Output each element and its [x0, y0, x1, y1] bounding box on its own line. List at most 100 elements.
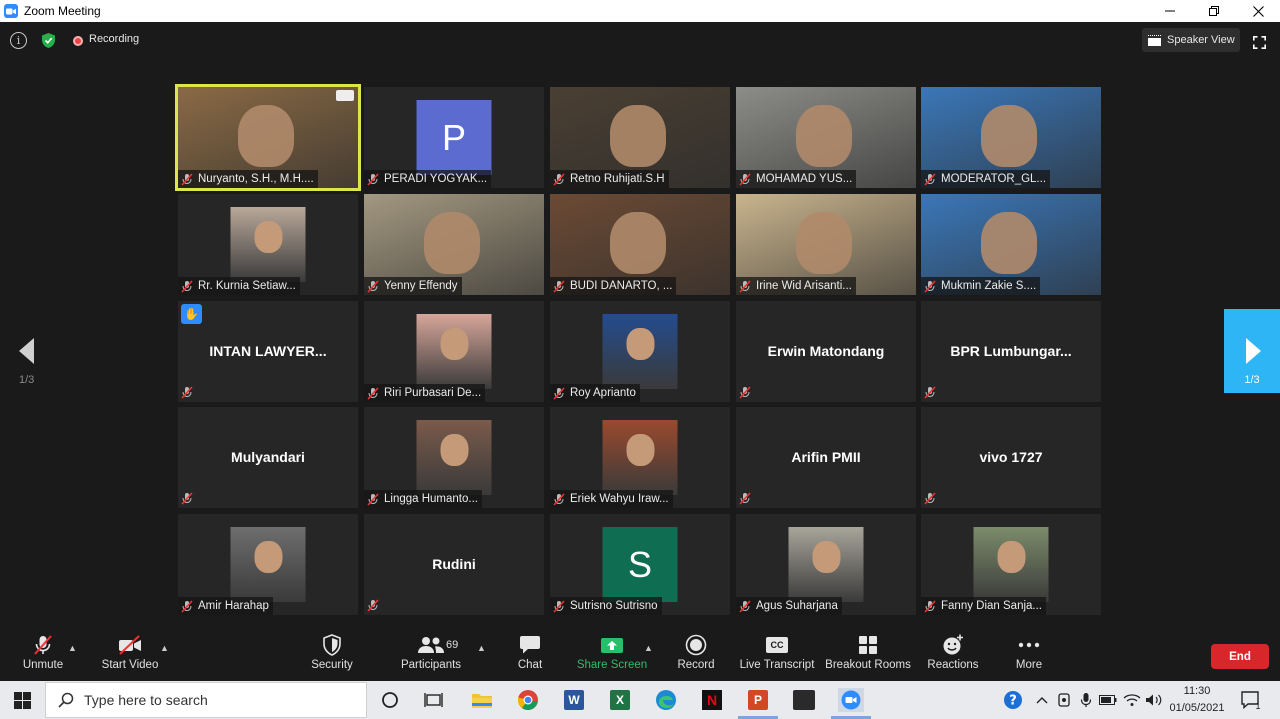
maximize-button[interactable] [1192, 0, 1236, 22]
record-button[interactable]: Record [674, 631, 718, 681]
media-app-icon[interactable] [792, 688, 816, 712]
live-transcript-label: Live Transcript [739, 659, 815, 671]
participants-people-icon [418, 637, 444, 653]
participant-name: BUDI DANARTO, ... [570, 280, 673, 292]
participant-name: Rr. Kurnia Setiaw... [198, 280, 296, 292]
close-button[interactable] [1236, 0, 1280, 22]
muted-microphone-icon [924, 172, 936, 186]
tile-menu-icon[interactable] [336, 90, 354, 101]
participant-tile[interactable]: S Sutrisno Sutrisno [550, 514, 730, 615]
participant-tile[interactable]: Mulyandari [178, 407, 358, 508]
security-label: Security [311, 659, 353, 671]
participant-tile[interactable]: Eriek Wahyu Iraw... [550, 407, 730, 508]
participant-display-name: Rudini [432, 556, 476, 572]
wifi-icon[interactable] [1120, 688, 1144, 712]
participant-tile[interactable]: Riri Purbasari De... [364, 301, 544, 402]
participant-face [254, 541, 283, 573]
participant-avatar [230, 207, 306, 282]
chat-button[interactable]: Chat [510, 631, 550, 681]
participant-tile[interactable]: Rudini [364, 514, 544, 615]
participant-tile[interactable]: INTAN LAWYER... ✋ [178, 301, 358, 402]
participant-tile[interactable]: vivo 1727 [921, 407, 1101, 508]
audio-options-chevron-icon[interactable]: ▲ [68, 643, 77, 653]
participant-tile[interactable]: Lingga Humanto... [364, 407, 544, 508]
participant-face [440, 328, 469, 360]
security-button[interactable]: Security [304, 631, 360, 681]
share-screen-label: Share Screen [576, 659, 648, 671]
video-options-chevron-icon[interactable]: ▲ [160, 643, 169, 653]
meeting-info-icon[interactable]: i [10, 32, 27, 49]
help-tray-icon[interactable]: ? [1001, 688, 1025, 712]
participant-tile[interactable]: Roy Aprianto [550, 301, 730, 402]
participant-tile[interactable]: Irine Wid Arisanti... [736, 194, 916, 295]
reactions-button[interactable]: Reactions [926, 631, 980, 681]
cortana-icon[interactable] [378, 688, 402, 712]
live-transcript-button[interactable]: CC Live Transcript [738, 631, 816, 681]
word-icon[interactable]: W [562, 688, 586, 712]
start-video-button[interactable]: Start Video [98, 631, 162, 681]
powerpoint-letter: P [748, 690, 768, 710]
participant-tile[interactable]: MOHAMAD YUS... [736, 87, 916, 188]
notification-count: 1 [1255, 701, 1261, 711]
battery-icon[interactable] [1096, 688, 1120, 712]
restore-icon [1209, 6, 1219, 16]
participant-tile[interactable]: Erwin Matondang [736, 301, 916, 402]
unmute-button[interactable]: Unmute [14, 631, 72, 681]
participant-tile[interactable]: Arifin PMII [736, 407, 916, 508]
file-explorer-icon[interactable] [470, 688, 494, 712]
netflix-icon[interactable]: N [700, 688, 724, 712]
participant-face [440, 434, 469, 466]
minimize-button[interactable] [1148, 0, 1192, 22]
participant-tile[interactable]: Yenny Effendy [364, 194, 544, 295]
participant-avatar [230, 527, 306, 602]
participant-tile[interactable]: Mukmin Zakie S.... [921, 194, 1101, 295]
more-button[interactable]: More [1010, 631, 1048, 681]
zoom-taskbar-icon[interactable] [838, 688, 864, 712]
participant-tile[interactable]: BUDI DANARTO, ... [550, 194, 730, 295]
microphone-tray-icon[interactable] [1074, 688, 1098, 712]
clock-date[interactable]: 01/05/2021 [1164, 702, 1230, 714]
participant-name-bar: MOHAMAD YUS... [736, 170, 857, 188]
svg-text:?: ? [1009, 694, 1017, 709]
participant-initial-avatar: P [416, 100, 492, 175]
participant-tile[interactable]: Fanny Dian Sanja... [921, 514, 1101, 615]
breakout-rooms-button[interactable]: Breakout Rooms [825, 631, 911, 681]
clock-time[interactable]: 11:30 [1168, 685, 1226, 697]
task-view-icon[interactable] [422, 688, 446, 712]
taskbar-search-box[interactable]: Type here to search [45, 682, 367, 718]
show-hidden-icons-chevron-icon[interactable] [1030, 688, 1054, 712]
more-dots-icon [1018, 642, 1040, 648]
muted-microphone-icon [924, 386, 936, 399]
encryption-shield-icon[interactable] [40, 32, 57, 49]
participant-tile[interactable]: BPR Lumbungar... [921, 301, 1101, 402]
speaker-view-button[interactable]: Speaker View [1142, 28, 1240, 52]
muted-microphone-icon [739, 279, 751, 293]
chrome-icon[interactable] [516, 688, 540, 712]
muted-microphone-icon [181, 492, 193, 505]
share-screen-button[interactable]: Share Screen [576, 631, 648, 681]
share-options-chevron-icon[interactable]: ▲ [644, 643, 653, 653]
participant-face [796, 212, 852, 274]
edge-icon[interactable] [654, 688, 678, 712]
participant-tile[interactable]: Amir Harahap [178, 514, 358, 615]
tray-app-icon[interactable] [1052, 688, 1076, 712]
participants-count: 69 [446, 639, 459, 651]
participant-tile[interactable]: Retno Ruhijati.S.H [550, 87, 730, 188]
participant-tile[interactable]: Agus Suharjana [736, 514, 916, 615]
participants-options-chevron-icon[interactable]: ▲ [477, 643, 486, 653]
fullscreen-icon[interactable] [1253, 36, 1266, 49]
powerpoint-icon[interactable]: P [746, 688, 770, 712]
volume-icon[interactable] [1142, 688, 1166, 712]
end-meeting-button[interactable]: End [1211, 644, 1269, 669]
next-page-button[interactable]: 1/3 [1224, 309, 1280, 393]
participant-name: Nuryanto, S.H., M.H.... [198, 173, 314, 185]
muted-microphone-icon [181, 599, 193, 613]
participant-tile[interactable]: MODERATOR_GL... [921, 87, 1101, 188]
participant-tile[interactable]: Rr. Kurnia Setiaw... [178, 194, 358, 295]
excel-icon[interactable]: X [608, 688, 632, 712]
participant-tile[interactable]: Nuryanto, S.H., M.H.... [175, 84, 361, 191]
windows-start-icon[interactable] [14, 692, 31, 709]
participant-face [424, 212, 480, 274]
participant-tile[interactable]: P PERADI YOGYAK... [364, 87, 544, 188]
previous-page-arrow-icon[interactable] [16, 336, 36, 366]
